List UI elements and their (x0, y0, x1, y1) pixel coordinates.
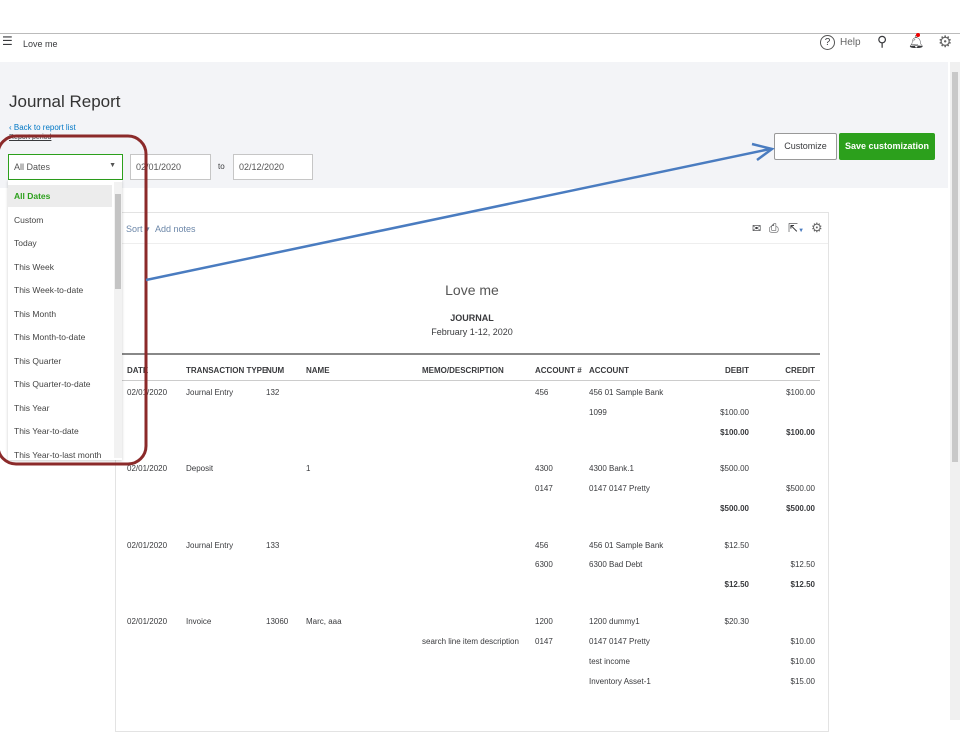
highlight-box (0, 134, 148, 466)
pointer-arrow (145, 147, 771, 282)
annotation-overlay (0, 134, 775, 466)
